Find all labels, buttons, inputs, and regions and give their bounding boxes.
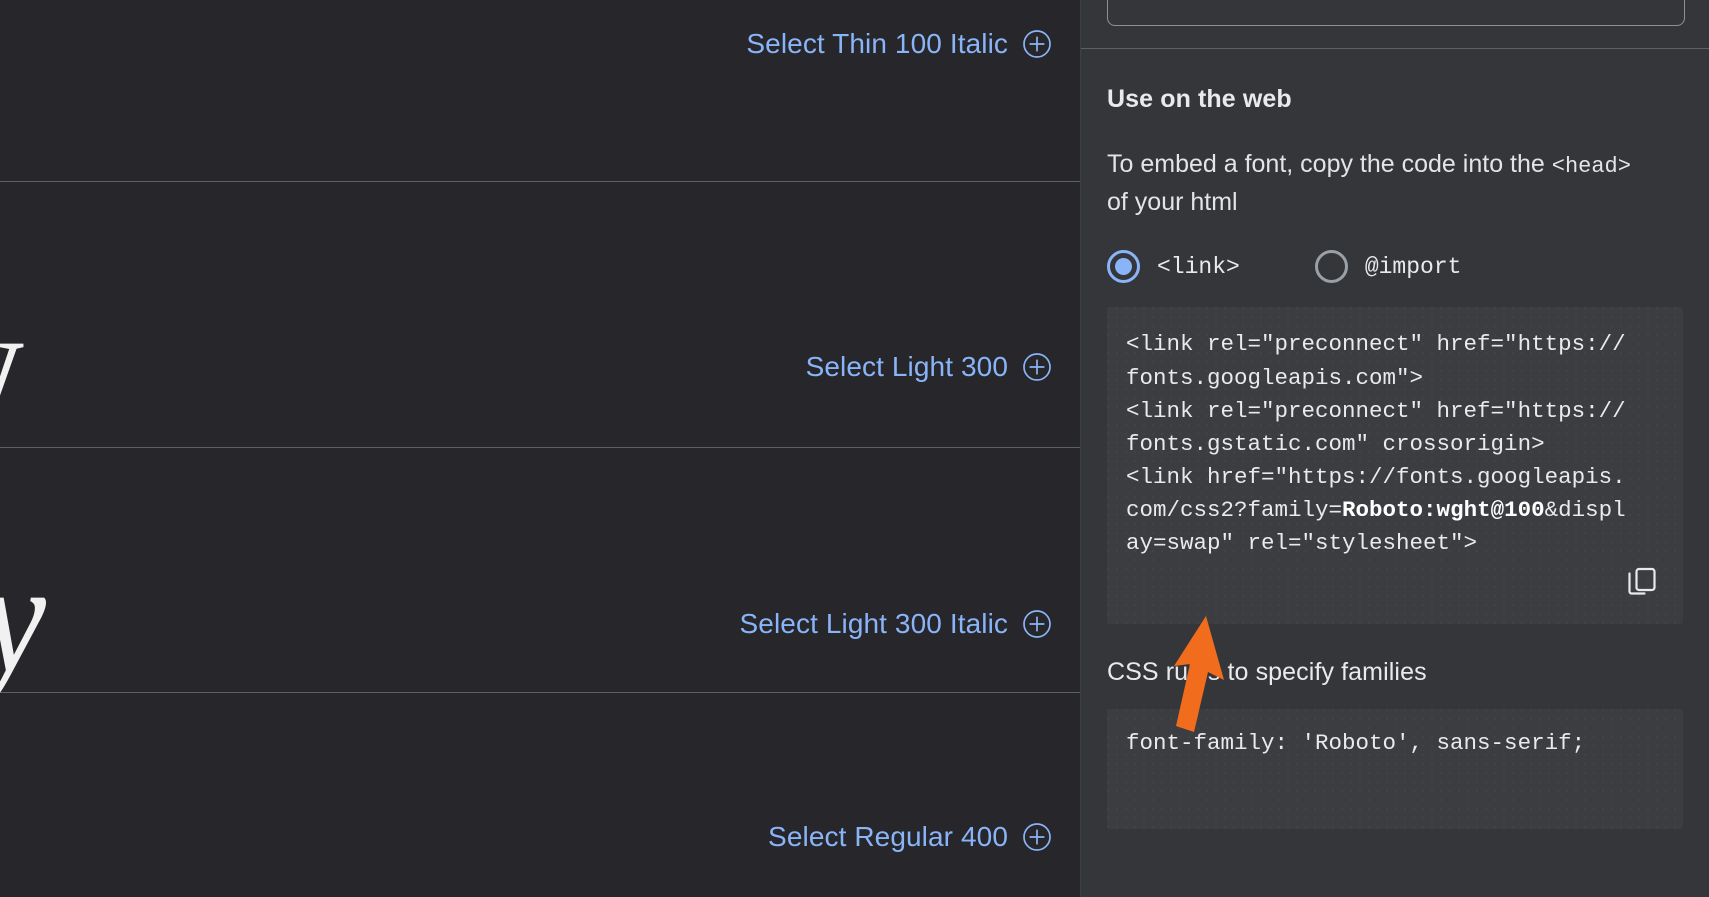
plus-circle-icon xyxy=(1022,29,1052,59)
specimen-sample-text: nity xyxy=(0,283,24,443)
selected-family-side-panel: Use on the web To embed a font, copy the… xyxy=(1080,0,1709,897)
radio-option-link-label: <link> xyxy=(1157,253,1240,280)
select-style-label: Select Regular 400 xyxy=(768,821,1008,852)
css-rules-code-text: font-family: 'Roboto', sans-serif; xyxy=(1126,730,1586,757)
radio-option-import-label: @import xyxy=(1364,253,1462,280)
radio-option-import[interactable]: @import xyxy=(1314,250,1462,284)
embed-code-text: <link rel="preconnect" href="https:// fo… xyxy=(1126,328,1683,559)
specimen-row: ity Select Thin 100 Italic xyxy=(0,0,1080,182)
embed-type-radio-group: <link> @import xyxy=(1107,250,1683,284)
copy-icon[interactable] xyxy=(1625,566,1659,600)
use-on-the-web-heading: Use on the web xyxy=(1107,85,1292,113)
select-style-button-regular-400[interactable]: Select Regular 400 xyxy=(768,821,1052,853)
select-style-label: Select Thin 100 Italic xyxy=(746,28,1008,59)
css-rules-heading: CSS rules to specify families xyxy=(1107,658,1427,687)
app-root: ity Select Thin 100 Italic nity Select L… xyxy=(0,0,1709,897)
select-style-button-thin-100-italic[interactable]: Select Thin 100 Italic xyxy=(746,28,1052,60)
select-style-label: Select Light 300 xyxy=(805,351,1008,382)
select-style-label: Select Light 300 Italic xyxy=(739,608,1008,639)
css-rules-code-card[interactable]: font-family: 'Roboto', sans-serif; xyxy=(1107,709,1683,830)
font-specimen-panel: ity Select Thin 100 Italic nity Select L… xyxy=(0,0,1080,897)
plus-circle-icon xyxy=(1022,822,1052,852)
radio-selected-icon[interactable] xyxy=(1107,250,1140,284)
head-tag-inline-code: <head> xyxy=(1551,154,1631,179)
plus-circle-icon xyxy=(1022,609,1052,639)
select-style-button-light-300-italic[interactable]: Select Light 300 Italic xyxy=(740,608,1052,640)
use-on-the-web-section: Use on the web To embed a font, copy the… xyxy=(1081,49,1709,897)
selected-family-card-partial xyxy=(1107,0,1685,26)
plus-circle-icon xyxy=(1022,352,1052,382)
specimen-row: anity Select Regular 400 xyxy=(0,693,1080,897)
specimen-row: nity Select Light 300 Italic xyxy=(0,448,1080,697)
specimen-row: nity Select Light 300 xyxy=(0,182,1080,448)
embed-instructions-part2: of your html xyxy=(1107,188,1238,217)
select-style-button-light-300[interactable]: Select Light 300 xyxy=(806,351,1052,383)
embed-code-card[interactable]: <link rel="preconnect" href="https:// fo… xyxy=(1107,307,1683,625)
embed-instructions: To embed a font, copy the code into the … xyxy=(1107,145,1647,221)
radio-option-link[interactable]: <link> xyxy=(1107,250,1240,284)
embed-instructions-part1: To embed a font, copy the code into the xyxy=(1107,150,1552,178)
embed-code-head: <link rel="preconnect" href="https:// fo… xyxy=(1126,331,1626,523)
specimen-sample-text: nity xyxy=(0,537,46,697)
radio-unselected-icon[interactable] xyxy=(1314,250,1348,284)
embed-code-family: Roboto:wght@100 xyxy=(1342,496,1545,523)
specimen-sample-text: anity xyxy=(0,864,119,897)
